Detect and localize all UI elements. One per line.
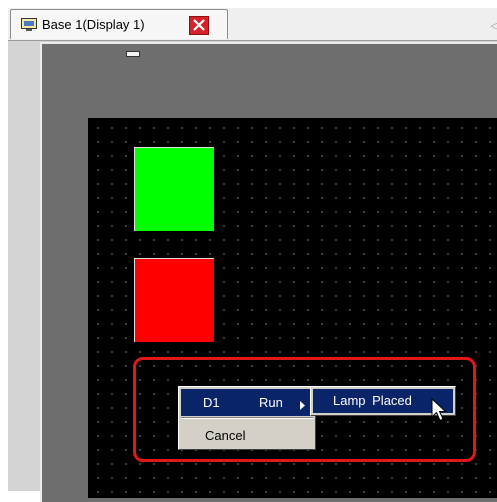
close-icon[interactable] xyxy=(189,16,209,35)
tab-base-1[interactable]: Base 1(Display 1) xyxy=(10,9,228,39)
lamp-green[interactable] xyxy=(134,147,214,231)
menu-item-cancel[interactable]: Cancel xyxy=(205,428,245,443)
menu-item-sublabel: Run xyxy=(259,395,283,410)
menu-item-label: Lamp Placed xyxy=(333,393,412,408)
lamp-red[interactable] xyxy=(134,258,214,342)
tab-bar: Base 1(Display 1) ◁ xyxy=(8,8,497,41)
scroll-left-icon[interactable]: ◁ xyxy=(491,19,497,32)
tab-title: Base 1(Display 1) xyxy=(42,17,145,32)
menu-item-d1-run[interactable]: D1 Run xyxy=(181,389,313,416)
context-menu: D1 Run Cancel xyxy=(178,386,316,450)
mouse-cursor-icon xyxy=(431,397,449,429)
menu-item-label: D1 xyxy=(203,395,220,410)
frame-handle[interactable] xyxy=(126,51,140,57)
screen-icon xyxy=(21,18,37,32)
submenu-arrow-icon xyxy=(300,397,306,415)
menu-separator xyxy=(181,417,313,419)
